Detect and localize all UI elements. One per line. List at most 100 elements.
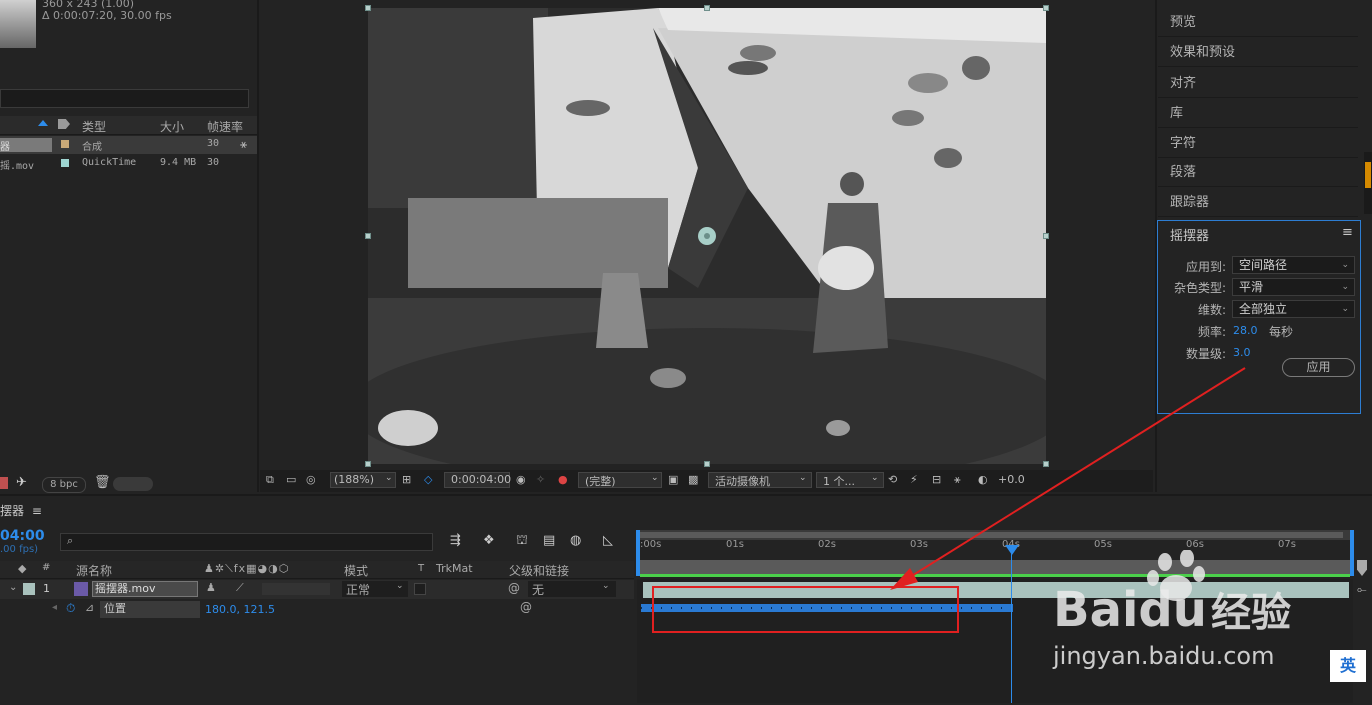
motion-blur-icon[interactable]: ◍	[570, 533, 581, 548]
label-tag-icon[interactable]	[58, 119, 70, 129]
noise-type-select[interactable]: 平滑 ⌄	[1232, 278, 1355, 296]
comp-mini-flowchart-icon[interactable]: ⇶	[450, 533, 461, 548]
panel-scrollbar[interactable]	[1364, 152, 1372, 214]
mode-select[interactable]: 正常 ⌄	[342, 581, 408, 597]
render-queue-icon[interactable]: ✈	[16, 475, 27, 490]
expression-pick-whip-icon[interactable]: @	[520, 600, 532, 614]
scrollbar-thumb[interactable]	[1365, 162, 1371, 188]
interpret-footage-icon[interactable]	[0, 477, 8, 489]
stopwatch-icon[interactable]: ⏱	[66, 601, 75, 616]
layer-handle[interactable]	[365, 461, 371, 467]
timeline-search-input[interactable]: ⌕	[60, 533, 433, 551]
chevron-down-icon: ⌄	[1341, 282, 1349, 292]
apply-to-select[interactable]: 空间路径 ⌄	[1232, 256, 1355, 274]
layer-row[interactable]: ⌄ 1 摇摆器.mov ♟ ⟋ 正常 ⌄ @ 无 ⌄	[0, 580, 634, 599]
always-preview-icon[interactable]: ⧉	[266, 473, 274, 487]
camera-select[interactable]: 活动摄像机 ⌄	[708, 472, 812, 488]
views-select[interactable]: 1 个... ⌄	[816, 472, 884, 488]
project-search-input[interactable]	[0, 89, 249, 108]
apply-to-label: 应用到:	[1185, 260, 1226, 274]
chevron-down-icon: ⌄	[396, 581, 404, 591]
transparency-grid-icon[interactable]: ▩	[688, 473, 698, 486]
bpc-button[interactable]: 8 bpc	[42, 477, 86, 493]
comp-button-icon[interactable]: ⟜	[1357, 582, 1367, 597]
layer-handle[interactable]	[704, 5, 710, 11]
camera-icon[interactable]: ◉	[516, 473, 526, 486]
layer-handle[interactable]	[365, 5, 371, 11]
brand-latin: Baidu	[1053, 582, 1207, 638]
resolution-select[interactable]: (完整) ⌄	[578, 472, 662, 488]
layer-handle[interactable]	[1043, 233, 1049, 239]
preserve-transparency-checkbox[interactable]	[414, 583, 426, 595]
layer-index: 1	[43, 582, 50, 595]
ime-indicator[interactable]: 英	[1330, 650, 1366, 682]
zoom-select[interactable]: (188%) ⌄	[330, 472, 396, 488]
range-end-handle[interactable]	[1350, 530, 1354, 576]
range-start-handle[interactable]	[636, 530, 640, 576]
draft-3d-icon[interactable]: ❖	[483, 533, 495, 548]
layer-name[interactable]: 摇摆器.mov	[92, 581, 198, 597]
layer-column-header: ◆ # 源名称 ♟✲⟍fx▦◕◑⬡ 模式 T TrkMat 父级和链接	[0, 561, 634, 579]
dimensions-value: 全部独立	[1239, 302, 1288, 316]
frame-blending-icon[interactable]: ▤	[543, 533, 555, 548]
graph-editor-icon[interactable]: ◺	[603, 533, 613, 548]
channel-icon[interactable]: ●	[558, 473, 568, 486]
column-mode[interactable]: 模式	[344, 562, 368, 579]
layer-handle[interactable]	[365, 233, 371, 239]
shy-switch-icon[interactable]: ♟	[206, 581, 216, 594]
keyframe-nav-icon[interactable]: ◂	[52, 602, 57, 613]
menu-icon[interactable]: ≡	[32, 504, 42, 518]
quality-switch-icon[interactable]: ⟋	[236, 581, 244, 595]
frequency-value[interactable]: 28.0	[1233, 324, 1258, 337]
grid-icon[interactable]: ⊞	[402, 473, 411, 486]
roi-icon[interactable]: ▣	[668, 473, 678, 486]
switches-row[interactable]	[262, 583, 330, 595]
parent-select[interactable]: 无 ⌄	[528, 581, 616, 597]
sort-ascending-icon[interactable]	[38, 120, 48, 126]
panel-preview[interactable]: 预览	[1158, 8, 1358, 37]
menu-icon[interactable]: ≡	[1342, 225, 1353, 240]
layer-handle[interactable]	[704, 461, 710, 467]
brand-text: Baidu 经验	[1053, 580, 1291, 638]
magnitude-value[interactable]: 3.0	[1233, 346, 1251, 359]
apply-button[interactable]: 应用	[1282, 358, 1355, 377]
mask-icon[interactable]: ◎	[306, 473, 316, 486]
column-size[interactable]: 大小	[160, 118, 184, 135]
list-item[interactable]: 摇.mov QuickTime 9.4 MB 30	[0, 155, 257, 173]
column-fps[interactable]: 帧速率	[207, 118, 243, 135]
panel-align[interactable]: 对齐	[1158, 69, 1358, 98]
monitor-icon[interactable]: ▭	[286, 473, 296, 486]
property-row[interactable]: ◂ ⏱ ⊿ 位置 180.0, 121.5 @	[0, 600, 634, 619]
flowchart-icon[interactable]: ⚹	[240, 137, 247, 152]
zoom-value: (188%)	[334, 473, 375, 486]
column-parent[interactable]: 父级和链接	[509, 562, 569, 579]
panel-effects-presets[interactable]: 效果和预设	[1158, 38, 1358, 67]
graph-icon[interactable]: ⊿	[85, 601, 94, 614]
panel-paragraph[interactable]: 段落	[1158, 158, 1358, 187]
chevron-down-icon[interactable]: ⌄	[9, 582, 17, 593]
snapshot-icon[interactable]: ✧	[536, 473, 545, 486]
timecode-field[interactable]: 0:00:04:00	[444, 472, 511, 488]
noise-type-value: 平滑	[1239, 280, 1264, 294]
panel-libraries[interactable]: 库	[1158, 99, 1358, 128]
timeline-tab[interactable]: 摆器 ≡	[0, 502, 42, 519]
panel-tracker[interactable]: 跟踪器	[1158, 188, 1358, 217]
chevron-down-icon: ⌄	[385, 473, 393, 483]
label-color-swatch[interactable]	[23, 583, 35, 595]
column-source-name[interactable]: 源名称	[76, 562, 112, 579]
scroll-pill[interactable]	[113, 477, 153, 491]
label-tag-icon[interactable]: ◆	[18, 562, 26, 575]
trash-icon[interactable]: 🗑	[94, 475, 111, 490]
dimensions-select[interactable]: 全部独立 ⌄	[1232, 300, 1355, 318]
layer-handle[interactable]	[1043, 5, 1049, 11]
pick-whip-icon[interactable]: @	[508, 581, 520, 595]
shy-icon[interactable]: ⛫	[516, 533, 528, 550]
item-fps: 30	[207, 138, 220, 149]
list-item[interactable]: 器 合成 30 ⚹	[0, 136, 257, 154]
panel-character[interactable]: 字符	[1158, 129, 1358, 158]
current-time[interactable]: 04:00	[0, 528, 45, 544]
region-icon[interactable]: ◇	[424, 473, 432, 486]
baidu-watermark: Baidu 经验 jingyan.baidu.com	[1053, 549, 1313, 670]
property-value[interactable]: 180.0, 121.5	[205, 603, 275, 616]
column-type[interactable]: 类型	[82, 118, 106, 135]
